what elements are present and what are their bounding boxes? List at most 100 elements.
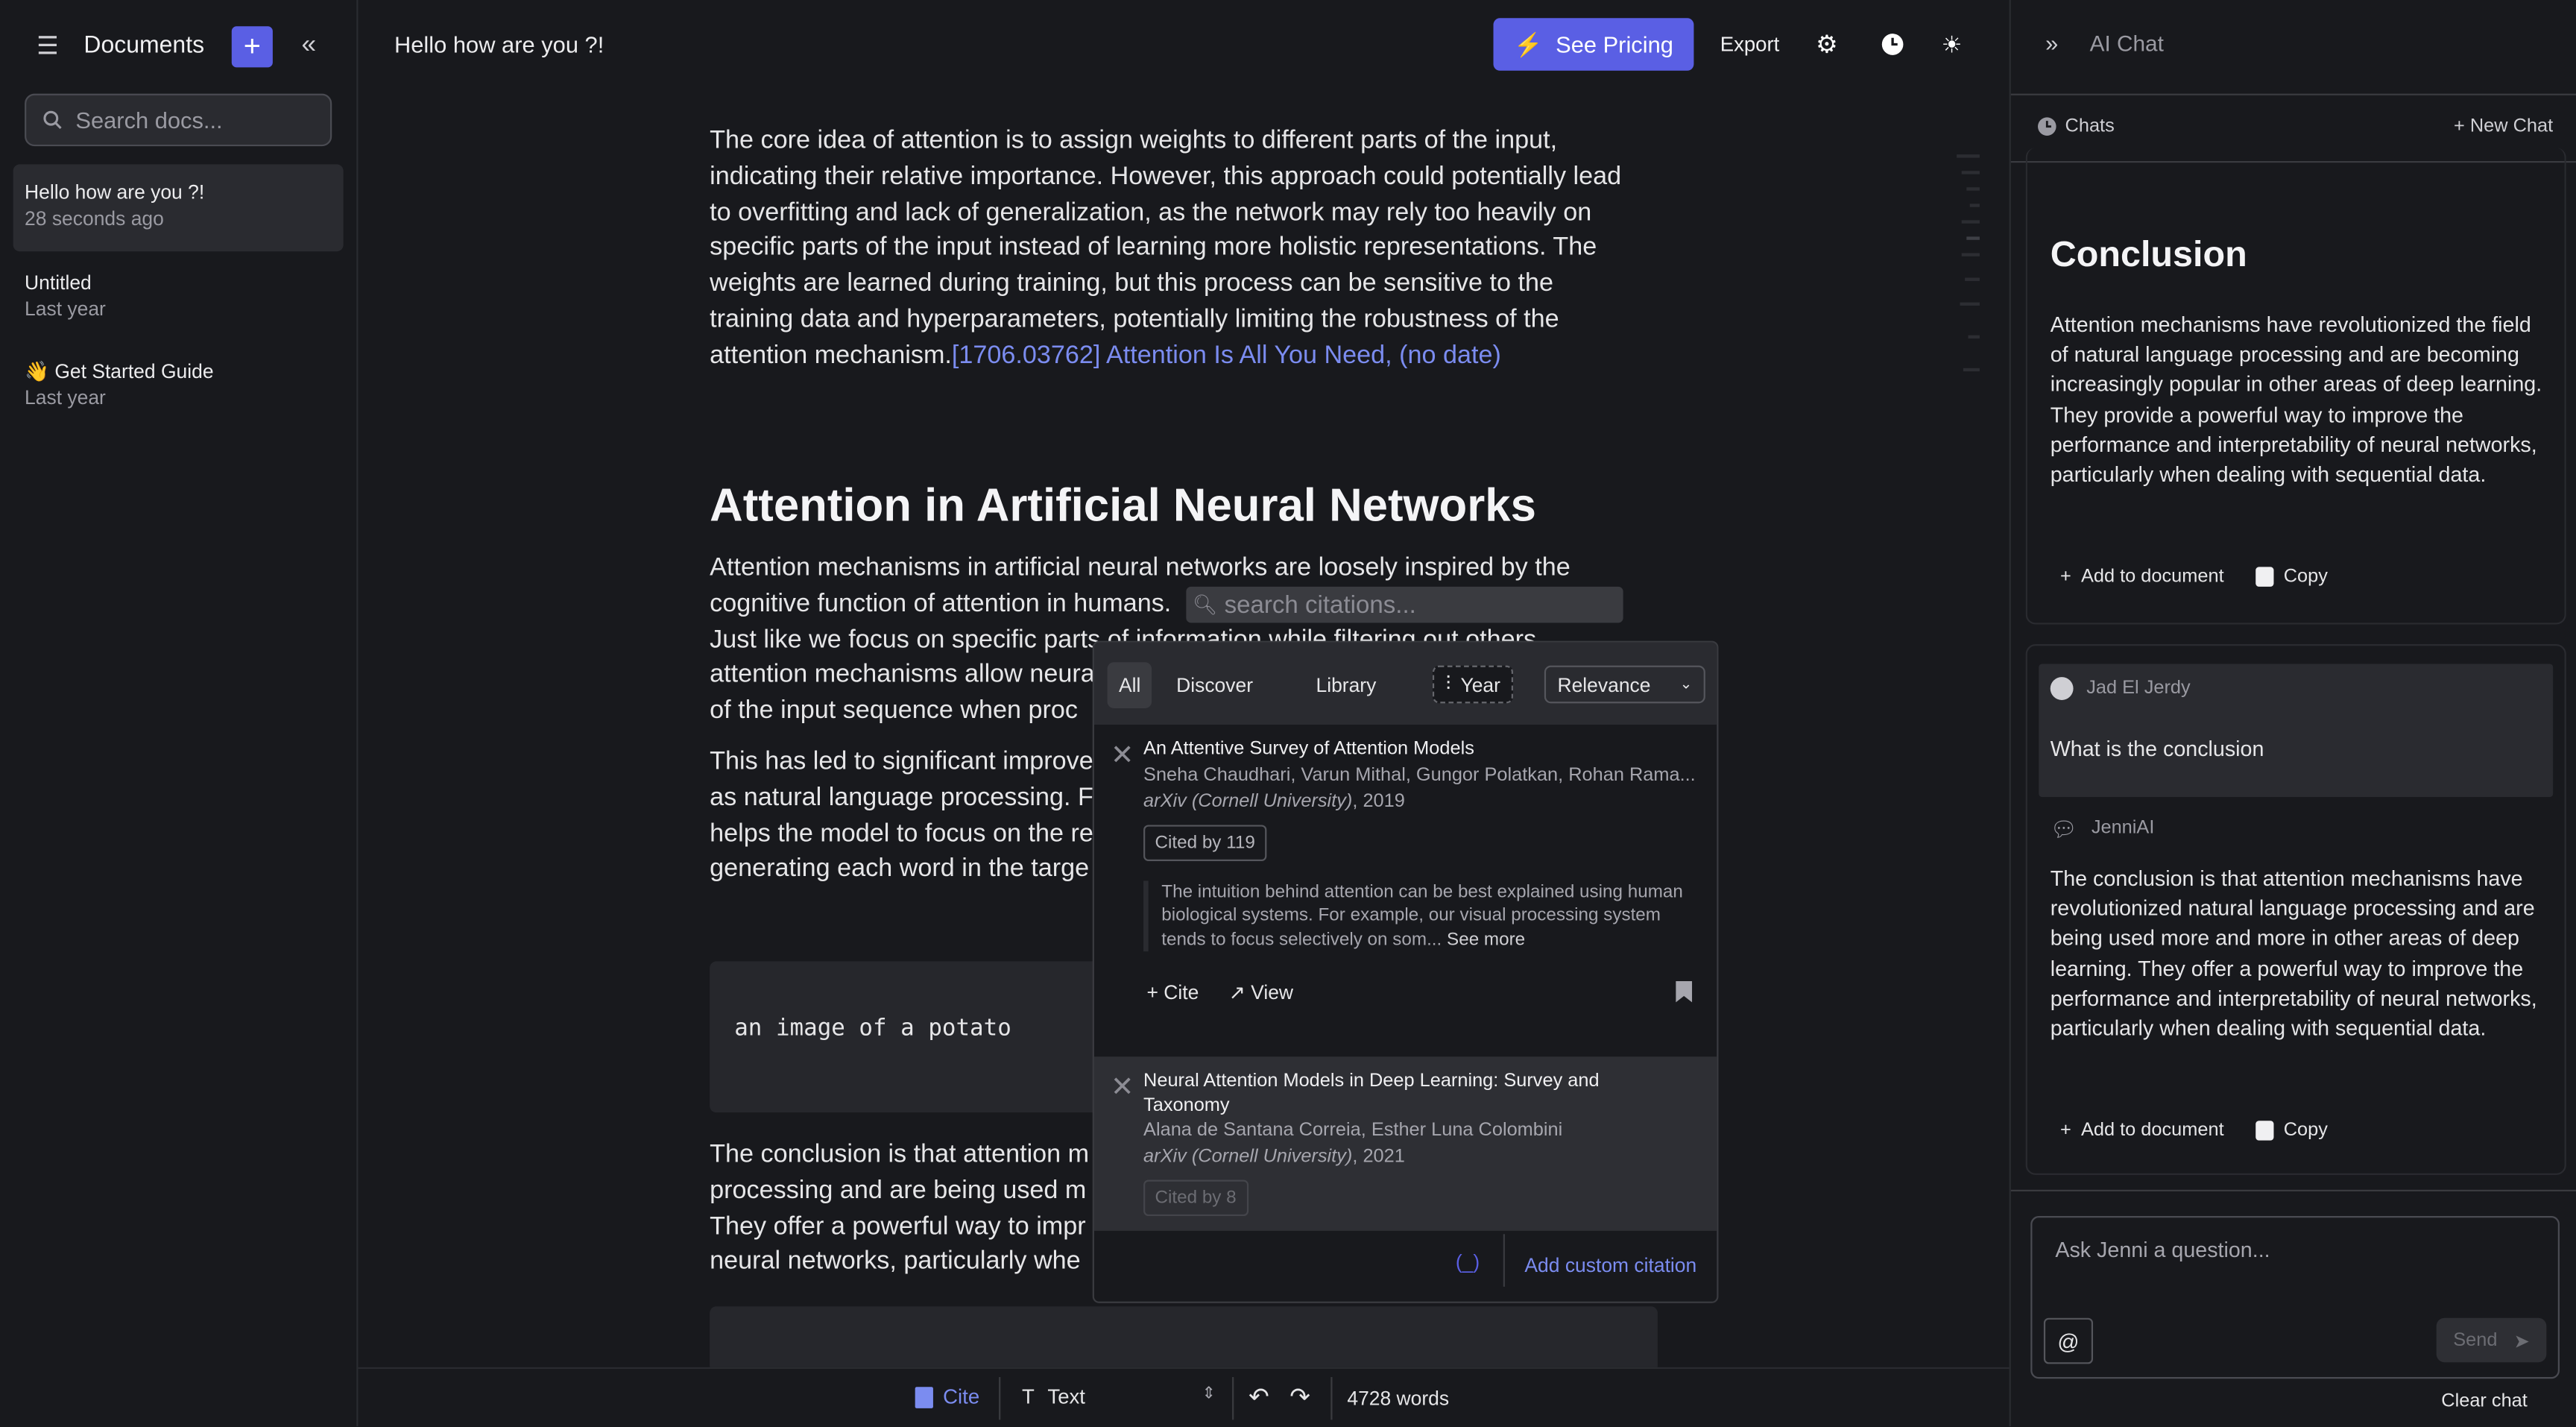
- add-to-document-button[interactable]: + Add to document: [2060, 567, 2224, 586]
- text-line: indicating their relative importance. Ho…: [710, 162, 1622, 191]
- clear-chat-button[interactable]: Clear chat: [2441, 1392, 2528, 1411]
- block-type-select[interactable]: T Text ⇕: [1022, 1385, 1216, 1408]
- document-title[interactable]: Hello how are you ?!: [394, 31, 604, 57]
- doc-title: 👋 Get Started Guide: [25, 359, 214, 383]
- doc-title: Hello how are you ?!: [25, 180, 205, 204]
- citation-search-input[interactable]: 🔍︎ search citations...: [1186, 586, 1623, 623]
- result-venue: arXiv (Cornell University): [1143, 791, 1353, 811]
- search-icon: [43, 110, 62, 130]
- divider: [1503, 1234, 1505, 1287]
- citation-search-placeholder: search citations...: [1224, 590, 1416, 619]
- text-line: training data and hyperparameters, poten…: [710, 305, 1559, 334]
- result-title[interactable]: Neural Attention Models in Deep Learning…: [1143, 1070, 1636, 1118]
- send-label: Send: [2453, 1330, 2498, 1350]
- abstract-text: The intuition behind attention can be be…: [1161, 881, 1683, 949]
- bottom-toolbar: Cite T Text ⇕ ↶ ↷ 4728 words: [358, 1367, 2010, 1427]
- bot-message-text: The conclusion is that attention mechani…: [2050, 866, 2537, 1041]
- clock-icon[interactable]: [1879, 31, 1905, 57]
- menu-icon[interactable]: ☰: [34, 33, 60, 60]
- plus-icon: +: [2453, 116, 2470, 136]
- export-button[interactable]: Export: [1720, 33, 1780, 56]
- plus-icon: +: [243, 29, 261, 63]
- see-more-link[interactable]: See more: [1447, 929, 1525, 948]
- clipboard-icon: [2255, 1121, 2274, 1141]
- result-authors: Sneha Chaudhari, Varun Mithal, Gungor Po…: [1143, 765, 1696, 785]
- user-message: Jad El Jerdy What is the conclusion: [2039, 664, 2554, 797]
- add-label: Add to document: [2080, 1121, 2224, 1141]
- doc-item[interactable]: 👋 Get Started Guide Last year: [13, 344, 344, 431]
- word-count: 4728 words: [1347, 1387, 1450, 1411]
- gear-icon[interactable]: ⚙: [1813, 31, 1840, 59]
- mention-button[interactable]: @: [2043, 1317, 2094, 1364]
- send-button[interactable]: Send ➤: [2436, 1317, 2547, 1363]
- text-line: specific parts of the input instead of l…: [710, 233, 1597, 262]
- chat-message-card: Conclusion Attention mechanisms have rev…: [2025, 148, 2566, 625]
- cite-button[interactable]: + Cite: [1146, 981, 1199, 1004]
- section-heading: Attention in Artificial Neural Networks: [710, 479, 1536, 531]
- result-abstract: The intuition behind attention can be be…: [1143, 880, 1693, 952]
- citation-popup: All Discover Library ⫶ Year Relevance ⌄ ✕ …: [1092, 640, 1719, 1303]
- add-to-document-button[interactable]: + Add to document: [2060, 1121, 2224, 1140]
- paragraph[interactable]: The core idea of attention is to assign …: [710, 123, 1679, 374]
- cite-label: Cite: [1164, 980, 1199, 1004]
- app: ☰ Documents + « Search docs... Hello how…: [0, 0, 2576, 1427]
- plus-icon: +: [2059, 567, 2071, 587]
- citation-result[interactable]: ✕ Neural Attention Models in Deep Learni…: [1093, 1056, 1717, 1231]
- add-custom-citation-button[interactable]: Add custom citation: [1524, 1254, 1696, 1277]
- sidebar-title: Documents: [83, 33, 205, 60]
- text-type-icon: T: [1021, 1385, 1035, 1408]
- new-document-button[interactable]: +: [231, 26, 273, 68]
- tab-library[interactable]: Library: [1304, 662, 1388, 708]
- expand-panel-icon[interactable]: »: [2045, 30, 2058, 56]
- chat-input[interactable]: Ask Jenni a question... @ Send ➤: [2030, 1216, 2560, 1379]
- see-pricing-button[interactable]: ⚡ See Pricing: [1493, 18, 1694, 71]
- year-filter-button[interactable]: ⫶ Year: [1432, 665, 1514, 704]
- source-logo-icon: ✕: [1110, 1071, 1134, 1103]
- sun-icon[interactable]: ☀: [1939, 31, 1965, 57]
- view-button[interactable]: ↗ View: [1229, 981, 1293, 1004]
- cited-by-badge[interactable]: Cited by 119: [1143, 824, 1267, 860]
- cited-by-badge[interactable]: Cited by 8: [1143, 1179, 1248, 1217]
- undo-icon[interactable]: ↶: [1248, 1382, 1269, 1411]
- text-line: to overfitting and lack of generalizatio…: [710, 198, 1592, 227]
- chats-label: Chats: [2065, 116, 2115, 136]
- tab-all[interactable]: All: [1107, 662, 1152, 708]
- plus-icon: +: [1146, 980, 1164, 1004]
- copy-button[interactable]: Copy: [2255, 1121, 2328, 1141]
- citation-tabs: All Discover Library ⫶ Year Relevance ⌄: [1093, 642, 1717, 725]
- new-chat-button[interactable]: + New Chat: [2454, 116, 2553, 136]
- cite-toolbar-button[interactable]: Cite: [915, 1385, 979, 1408]
- divider: [999, 1377, 1001, 1420]
- search-placeholder: Search docs...: [75, 107, 223, 133]
- book-sparkle-icon: [915, 1386, 933, 1408]
- new-chat-label: New Chat: [2469, 116, 2554, 136]
- ai-chat-panel: » AI Chat Chats + New Chat Conclusion At…: [2009, 0, 2576, 1427]
- copy-button[interactable]: Copy: [2255, 567, 2328, 587]
- clipboard-icon: [2255, 567, 2274, 587]
- citation-link[interactable]: [1706.03762] Attention Is All You Need, …: [952, 341, 1501, 369]
- search-docs-input[interactable]: Search docs...: [25, 93, 332, 147]
- bookmark-icon[interactable]: [1676, 980, 1693, 1003]
- code-block[interactable]: [710, 1306, 1658, 1373]
- doc-time: Last year: [25, 297, 106, 321]
- result-year: , 2021: [1352, 1147, 1405, 1167]
- doc-item-selected[interactable]: Hello how are you ?! 28 seconds ago: [13, 164, 344, 252]
- collapse-sidebar-button[interactable]: «: [296, 30, 322, 63]
- year-filter-label: Year: [1460, 672, 1500, 696]
- divider: [1232, 1377, 1234, 1420]
- result-year: , 2019: [1352, 791, 1405, 811]
- code-text: an image of a potato: [734, 1015, 1011, 1042]
- divider: [1330, 1377, 1333, 1420]
- redo-icon[interactable]: ↷: [1289, 1382, 1310, 1411]
- sidebar: ☰ Documents + « Search docs... Hello how…: [0, 0, 359, 1427]
- arrow-up-right-icon: ↗: [1228, 980, 1251, 1004]
- divider: [2010, 93, 2576, 95]
- doc-item[interactable]: Untitled Last year: [13, 255, 344, 342]
- citation-result[interactable]: ✕ An Attentive Survey of Attention Model…: [1094, 738, 1717, 1018]
- chats-button[interactable]: Chats: [2037, 116, 2115, 136]
- result-title[interactable]: An Attentive Survey of Attention Models: [1143, 738, 1717, 762]
- tab-discover[interactable]: Discover: [1165, 662, 1265, 708]
- minimap[interactable]: [1950, 154, 1980, 418]
- lightning-icon: ⚡: [1514, 30, 1543, 57]
- sort-select[interactable]: Relevance ⌄: [1544, 665, 1705, 704]
